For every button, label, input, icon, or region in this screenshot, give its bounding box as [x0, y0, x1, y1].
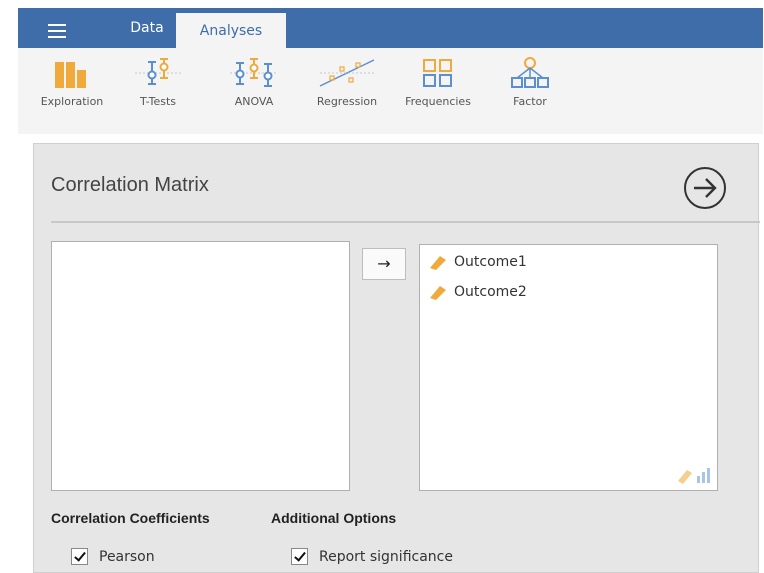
title-divider	[51, 221, 760, 223]
list-item[interactable]: Outcome1	[428, 251, 548, 273]
tab-analyses[interactable]: Analyses	[176, 13, 286, 48]
top-menu-bar: Data Analyses	[18, 8, 763, 48]
t-tests-label: T-Tests	[139, 95, 177, 108]
checkbox-checked-icon[interactable]	[291, 548, 308, 565]
exploration-icon	[55, 62, 86, 88]
allowed-types-icon	[678, 468, 710, 484]
regression-button[interactable]: Regression	[312, 56, 382, 130]
correlation-coefficients-heading: Correlation Coefficients	[51, 510, 210, 526]
exploration-label: Exploration	[40, 95, 104, 108]
factor-icon	[511, 57, 549, 88]
exploration-button[interactable]: Exploration	[38, 56, 106, 130]
additional-options-heading: Additional Options	[271, 510, 397, 526]
list-item[interactable]: Outcome2	[428, 281, 548, 303]
anova-button[interactable]: ANOVA	[226, 56, 282, 130]
frequencies-button[interactable]: Frequencies	[402, 56, 474, 130]
tab-data[interactable]: Data	[112, 8, 182, 48]
run-arrow-icon[interactable]	[683, 166, 727, 210]
anova-label: ANOVA	[234, 95, 274, 108]
t-tests-button[interactable]: T-Tests	[130, 56, 186, 130]
pearson-checkbox[interactable]: Pearson	[71, 548, 171, 568]
regression-icon	[319, 59, 375, 87]
continuous-variable-icon	[430, 256, 446, 270]
report-significance-label: Report significance	[319, 549, 453, 565]
variable-name: Outcome1	[454, 254, 527, 270]
analyses-ribbon: Exploration T-Tests ANOVA Regression Fre…	[18, 48, 763, 134]
continuous-variable-icon	[430, 286, 446, 300]
report-significance-checkbox[interactable]: Report significance	[291, 548, 491, 568]
move-variable-button[interactable]: →	[362, 248, 406, 280]
frequencies-icon	[423, 59, 452, 87]
t-tests-icon	[135, 58, 181, 85]
analysis-title: Correlation Matrix	[51, 174, 209, 196]
frequencies-label: Frequencies	[405, 95, 471, 108]
analysis-options-panel: Correlation Matrix → Outcome1 Outcome2 C…	[33, 143, 760, 573]
available-variables-list[interactable]	[51, 241, 350, 491]
anova-icon	[230, 58, 278, 87]
selected-variables-list[interactable]: Outcome1 Outcome2	[419, 244, 718, 491]
hamburger-menu-icon[interactable]	[48, 24, 66, 38]
variable-name: Outcome2	[454, 284, 527, 300]
factor-button[interactable]: Factor	[504, 56, 556, 130]
regression-label: Regression	[316, 95, 378, 108]
pearson-label: Pearson	[99, 549, 155, 565]
checkbox-checked-icon[interactable]	[71, 548, 88, 565]
factor-label: Factor	[513, 95, 547, 108]
